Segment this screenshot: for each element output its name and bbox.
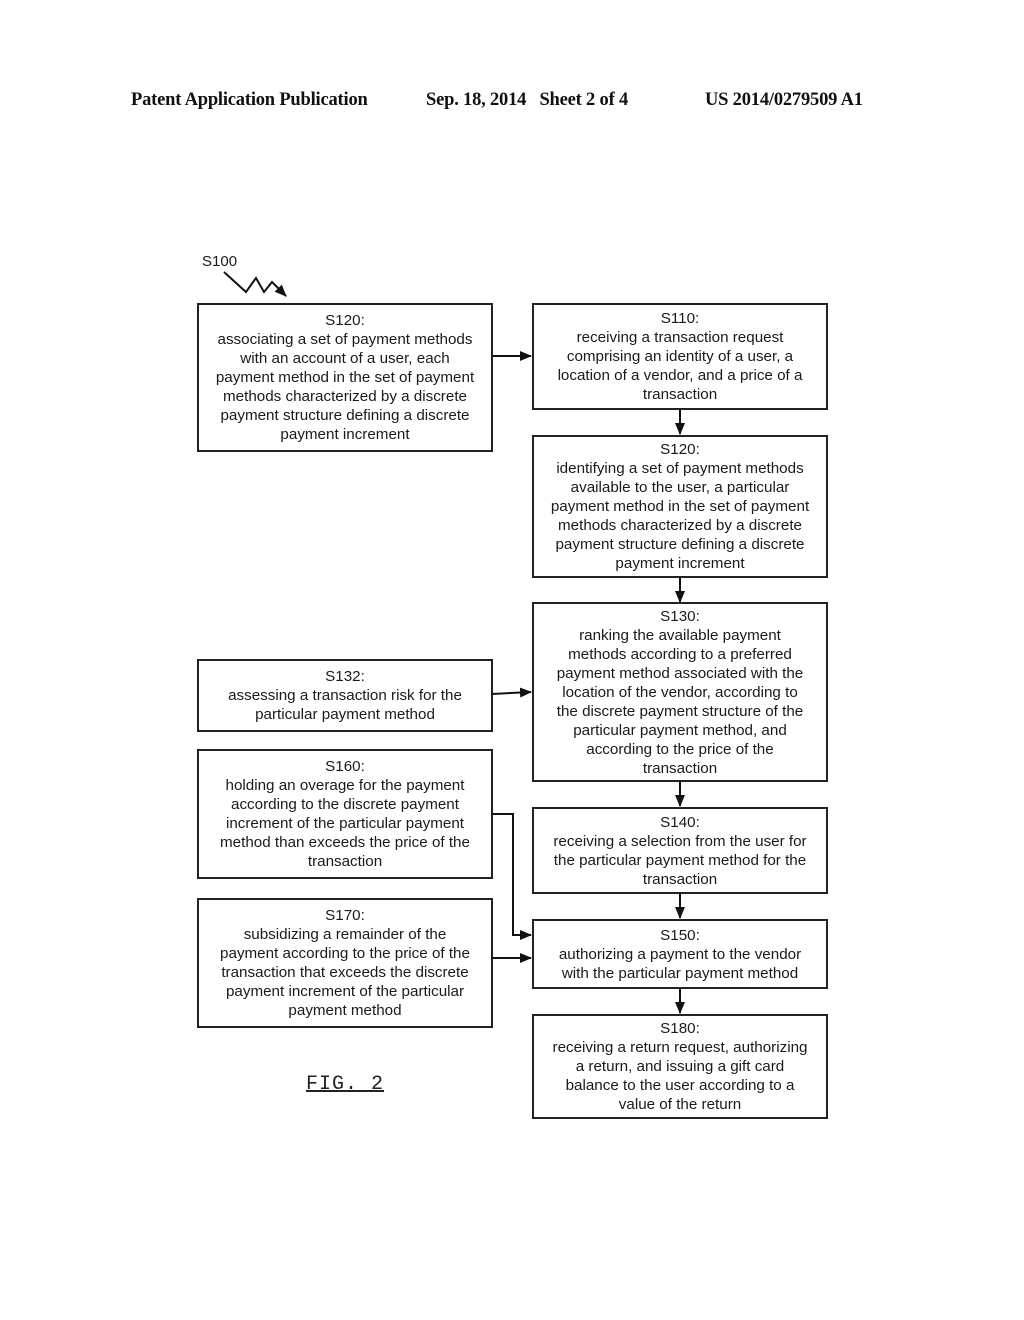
step-box-s180: S180: receiving a return request, author… [532, 1014, 828, 1119]
step-id: S120: [660, 441, 700, 458]
step-id: S132: [325, 668, 365, 685]
figure-label: FIG. 2 [306, 1073, 385, 1096]
step-description: receiving a return request, authorizing … [552, 1039, 808, 1113]
step-box-s110: S110: receiving a transaction request co… [532, 303, 828, 410]
step-box-s132: S132: assessing a transaction risk for t… [197, 659, 493, 732]
step-description: receiving a transaction request comprisi… [557, 329, 803, 403]
step-id: S110: [660, 310, 700, 327]
step-description: assessing a transaction risk for the par… [228, 687, 462, 723]
step-box-s150: S150: authorizing a payment to the vendo… [532, 919, 828, 989]
connector-layer [223, 271, 685, 1014]
step-description: subsidizing a remainder of the payment a… [220, 926, 470, 1019]
step-id: S160: [325, 758, 365, 775]
step-box-s160: S160: holding an overage for the payment… [197, 749, 493, 879]
step-id: S170: [325, 907, 365, 924]
step-id: S120: [325, 312, 365, 329]
edge-s132-s130 [491, 687, 532, 698]
step-description: identifying a set of payment methods ava… [550, 460, 810, 572]
step-box-s120-identifying: S120: identifying a set of payment metho… [532, 435, 828, 578]
step-id: S150: [660, 926, 700, 944]
method-label: S100 [202, 253, 238, 270]
step-box-s140: S140: receiving a selection from the use… [532, 807, 828, 894]
step-description: holding an overage for the payment accor… [220, 777, 470, 870]
step-box-s130: S130: ranking the available payment meth… [532, 602, 828, 782]
step-id: S130: [660, 607, 700, 625]
edge-s160-s150 [492, 813, 532, 940]
step-box-s120-associating: S120: associating a set of payment metho… [197, 303, 493, 452]
step-description: associating a set of payment methods wit… [215, 331, 475, 443]
step-description: authorizing a payment to the vendor with… [558, 945, 802, 982]
step-id: S180: [660, 1020, 700, 1037]
step-id: S140: [660, 813, 700, 831]
step-box-s170: S170: subsidizing a remainder of the pay… [197, 898, 493, 1028]
step-description: ranking the available payment methods ac… [556, 626, 804, 777]
step-description: receiving a selection from the user for … [553, 832, 807, 888]
method-leader-arrow [223, 271, 287, 297]
